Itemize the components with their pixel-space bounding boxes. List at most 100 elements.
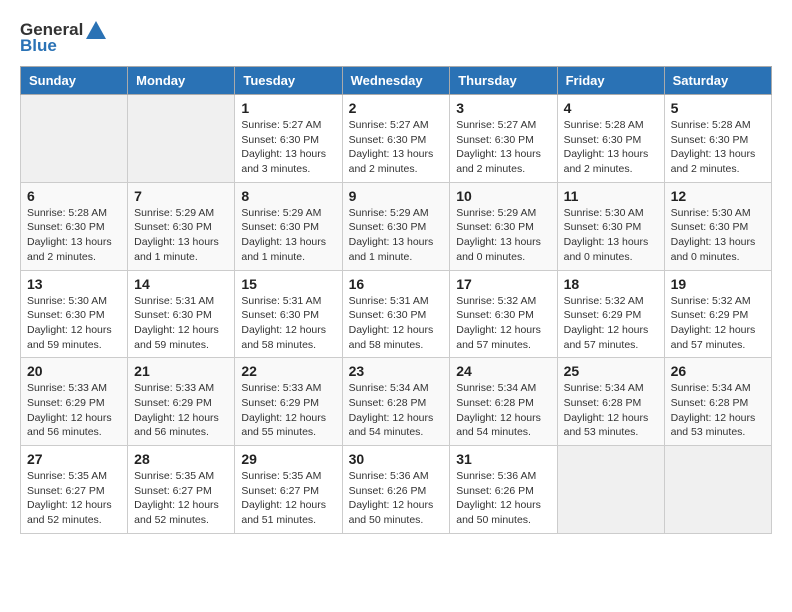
day-number: 27 xyxy=(27,451,121,467)
day-number: 23 xyxy=(349,363,444,379)
weekday-header-cell: Sunday xyxy=(21,67,128,95)
day-number: 31 xyxy=(456,451,550,467)
calendar-week-row: 1Sunrise: 5:27 AM Sunset: 6:30 PM Daylig… xyxy=(21,95,772,183)
day-info: Sunrise: 5:29 AM Sunset: 6:30 PM Dayligh… xyxy=(456,206,550,265)
day-number: 3 xyxy=(456,100,550,116)
calendar-day-cell xyxy=(664,446,771,534)
day-info: Sunrise: 5:32 AM Sunset: 6:30 PM Dayligh… xyxy=(456,294,550,353)
calendar-day-cell: 30Sunrise: 5:36 AM Sunset: 6:26 PM Dayli… xyxy=(342,446,450,534)
day-number: 29 xyxy=(241,451,335,467)
calendar-day-cell: 19 Sunrise: 5:32 AM Sunset: 6:29 PM Dayli… xyxy=(664,270,771,358)
calendar-day-cell: 20 Sunrise: 5:33 AM Sunset: 6:29 PM Dayli… xyxy=(21,358,128,446)
calendar-day-cell: 21 Sunrise: 5:33 AM Sunset: 6:29 PM Dayli… xyxy=(128,358,235,446)
day-info: Sunrise: 5:30 AM Sunset: 6:30 PM Dayligh… xyxy=(671,206,765,265)
calendar-body: 1Sunrise: 5:27 AM Sunset: 6:30 PM Daylig… xyxy=(21,95,772,534)
day-number: 7 xyxy=(134,188,228,204)
day-info: Sunrise: 5:34 AM Sunset: 6:28 PM Dayligh… xyxy=(564,381,658,440)
calendar-day-cell: 13 Sunrise: 5:30 AM Sunset: 6:30 PM Dayli… xyxy=(21,270,128,358)
calendar-day-cell xyxy=(21,95,128,183)
day-number: 8 xyxy=(241,188,335,204)
calendar-day-cell: 17 Sunrise: 5:32 AM Sunset: 6:30 PM Dayli… xyxy=(450,270,557,358)
day-info: Sunrise: 5:31 AM Sunset: 6:30 PM Dayligh… xyxy=(134,294,228,353)
calendar-day-cell: 25 Sunrise: 5:34 AM Sunset: 6:28 PM Dayli… xyxy=(557,358,664,446)
day-info: Sunrise: 5:35 AM Sunset: 6:27 PM Dayligh… xyxy=(241,469,335,528)
day-info: Sunrise: 5:32 AM Sunset: 6:29 PM Dayligh… xyxy=(671,294,765,353)
day-number: 18 xyxy=(564,276,658,292)
day-info: Sunrise: 5:31 AM Sunset: 6:30 PM Dayligh… xyxy=(349,294,444,353)
day-info: Sunrise: 5:33 AM Sunset: 6:29 PM Dayligh… xyxy=(241,381,335,440)
calendar-day-cell: 18 Sunrise: 5:32 AM Sunset: 6:29 PM Dayli… xyxy=(557,270,664,358)
weekday-header-cell: Monday xyxy=(128,67,235,95)
day-info: Sunrise: 5:28 AM Sunset: 6:30 PM Dayligh… xyxy=(27,206,121,265)
calendar-day-cell: 29 Sunrise: 5:35 AM Sunset: 6:27 PM Dayli… xyxy=(235,446,342,534)
calendar-day-cell: 27Sunrise: 5:35 AM Sunset: 6:27 PM Dayli… xyxy=(21,446,128,534)
weekday-header-cell: Tuesday xyxy=(235,67,342,95)
calendar-day-cell: 28Sunrise: 5:35 AM Sunset: 6:27 PM Dayli… xyxy=(128,446,235,534)
calendar-week-row: 20 Sunrise: 5:33 AM Sunset: 6:29 PM Dayli… xyxy=(21,358,772,446)
calendar-day-cell: 10 Sunrise: 5:29 AM Sunset: 6:30 PM Dayli… xyxy=(450,182,557,270)
day-info: Sunrise: 5:29 AM Sunset: 6:30 PM Dayligh… xyxy=(349,206,444,265)
calendar-day-cell: 5 Sunrise: 5:28 AM Sunset: 6:30 PM Daylig… xyxy=(664,95,771,183)
day-info: Sunrise: 5:36 AM Sunset: 6:26 PM Dayligh… xyxy=(349,469,444,528)
day-info: Sunrise: 5:35 AM Sunset: 6:27 PM Dayligh… xyxy=(134,469,228,528)
day-info: Sunrise: 5:33 AM Sunset: 6:29 PM Dayligh… xyxy=(134,381,228,440)
calendar-day-cell xyxy=(557,446,664,534)
calendar-day-cell: 9 Sunrise: 5:29 AM Sunset: 6:30 PM Daylig… xyxy=(342,182,450,270)
day-info: Sunrise: 5:28 AM Sunset: 6:30 PM Dayligh… xyxy=(564,118,658,177)
day-info: Sunrise: 5:33 AM Sunset: 6:29 PM Dayligh… xyxy=(27,381,121,440)
calendar-day-cell: 3 Sunrise: 5:27 AM Sunset: 6:30 PM Daylig… xyxy=(450,95,557,183)
day-number: 26 xyxy=(671,363,765,379)
day-number: 10 xyxy=(456,188,550,204)
logo: General Blue xyxy=(20,20,107,56)
calendar-day-cell: 15 Sunrise: 5:31 AM Sunset: 6:30 PM Dayli… xyxy=(235,270,342,358)
calendar-day-cell: 14 Sunrise: 5:31 AM Sunset: 6:30 PM Dayli… xyxy=(128,270,235,358)
day-number: 20 xyxy=(27,363,121,379)
calendar-table: SundayMondayTuesdayWednesdayThursdayFrid… xyxy=(20,66,772,534)
day-number: 13 xyxy=(27,276,121,292)
day-number: 25 xyxy=(564,363,658,379)
day-info: Sunrise: 5:30 AM Sunset: 6:30 PM Dayligh… xyxy=(564,206,658,265)
day-number: 16 xyxy=(349,276,444,292)
day-info: Sunrise: 5:31 AM Sunset: 6:30 PM Dayligh… xyxy=(241,294,335,353)
day-info: Sunrise: 5:32 AM Sunset: 6:29 PM Dayligh… xyxy=(564,294,658,353)
day-number: 5 xyxy=(671,100,765,116)
calendar-day-cell: 4 Sunrise: 5:28 AM Sunset: 6:30 PM Daylig… xyxy=(557,95,664,183)
day-number: 14 xyxy=(134,276,228,292)
calendar-day-cell: 16 Sunrise: 5:31 AM Sunset: 6:30 PM Dayli… xyxy=(342,270,450,358)
day-info: Sunrise: 5:29 AM Sunset: 6:30 PM Dayligh… xyxy=(241,206,335,265)
calendar-day-cell: 12 Sunrise: 5:30 AM Sunset: 6:30 PM Dayli… xyxy=(664,182,771,270)
weekday-header-cell: Thursday xyxy=(450,67,557,95)
calendar-day-cell: 11 Sunrise: 5:30 AM Sunset: 6:30 PM Dayli… xyxy=(557,182,664,270)
calendar-day-cell: 31Sunrise: 5:36 AM Sunset: 6:26 PM Dayli… xyxy=(450,446,557,534)
day-number: 12 xyxy=(671,188,765,204)
calendar-day-cell: 22Sunrise: 5:33 AM Sunset: 6:29 PM Dayli… xyxy=(235,358,342,446)
day-info: Sunrise: 5:28 AM Sunset: 6:30 PM Dayligh… xyxy=(671,118,765,177)
day-number: 4 xyxy=(564,100,658,116)
calendar-day-cell: 7 Sunrise: 5:29 AM Sunset: 6:30 PM Daylig… xyxy=(128,182,235,270)
day-number: 15 xyxy=(241,276,335,292)
day-info: Sunrise: 5:30 AM Sunset: 6:30 PM Dayligh… xyxy=(27,294,121,353)
logo-icon xyxy=(85,20,107,40)
day-number: 17 xyxy=(456,276,550,292)
calendar-day-cell: 26Sunrise: 5:34 AM Sunset: 6:28 PM Dayli… xyxy=(664,358,771,446)
calendar-week-row: 27 Sunrise: 5:35 AM Sunset: 6:27 PM Dayli… xyxy=(21,446,772,534)
day-number: 19 xyxy=(671,276,765,292)
day-number: 6 xyxy=(27,188,121,204)
day-info: Sunrise: 5:34 AM Sunset: 6:28 PM Dayligh… xyxy=(456,381,550,440)
day-info: Sunrise: 5:29 AM Sunset: 6:30 PM Dayligh… xyxy=(134,206,228,265)
day-info: Sunrise: 5:27 AM Sunset: 6:30 PM Dayligh… xyxy=(241,118,335,177)
weekday-header-cell: Saturday xyxy=(664,67,771,95)
calendar-day-cell: 2Sunrise: 5:27 AM Sunset: 6:30 PM Daylig… xyxy=(342,95,450,183)
logo-blue: Blue xyxy=(20,36,57,56)
weekday-header-row: SundayMondayTuesdayWednesdayThursdayFrid… xyxy=(21,67,772,95)
day-number: 9 xyxy=(349,188,444,204)
day-number: 2 xyxy=(349,100,444,116)
day-number: 21 xyxy=(134,363,228,379)
page-header: General Blue xyxy=(20,20,772,56)
calendar-day-cell: 24Sunrise: 5:34 AM Sunset: 6:28 PM Dayli… xyxy=(450,358,557,446)
day-info: Sunrise: 5:34 AM Sunset: 6:28 PM Dayligh… xyxy=(349,381,444,440)
calendar-day-cell: 6 Sunrise: 5:28 AM Sunset: 6:30 PM Daylig… xyxy=(21,182,128,270)
day-number: 11 xyxy=(564,188,658,204)
weekday-header-cell: Wednesday xyxy=(342,67,450,95)
day-info: Sunrise: 5:27 AM Sunset: 6:30 PM Dayligh… xyxy=(456,118,550,177)
